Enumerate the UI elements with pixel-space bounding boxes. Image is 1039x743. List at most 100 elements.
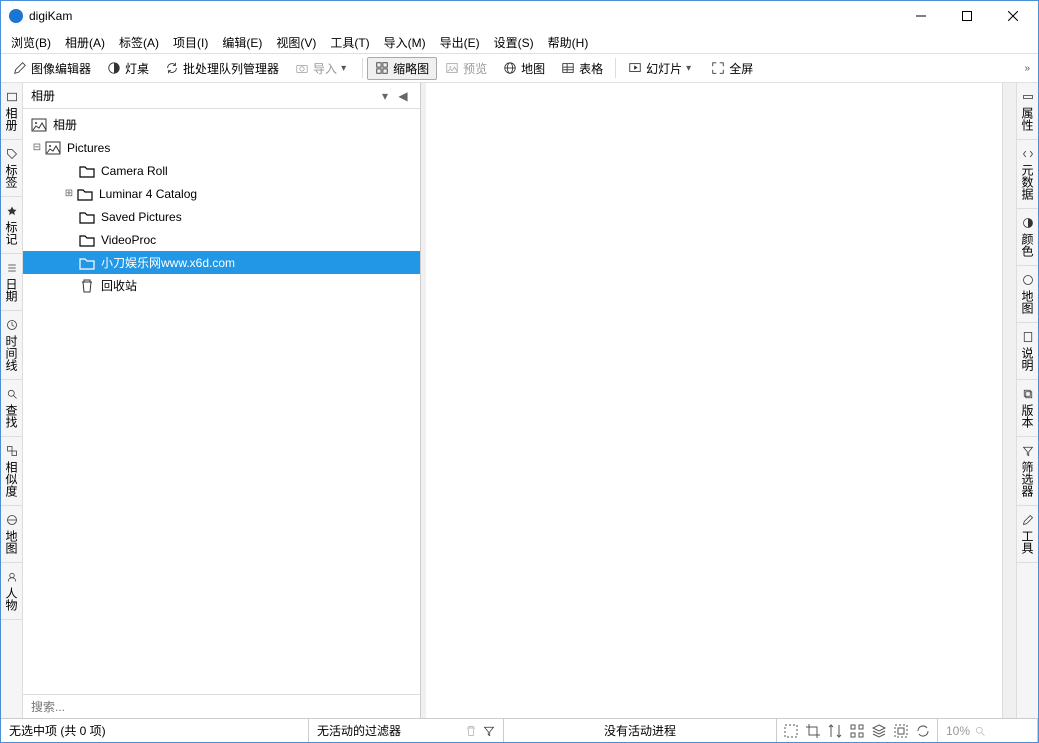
tree-pictures[interactable]: ⊟ Pictures [23, 136, 420, 159]
select-all-icon[interactable] [893, 723, 909, 739]
menu-edit[interactable]: 编辑(E) [216, 32, 268, 53]
note-icon [1022, 331, 1034, 343]
tab-search[interactable]: 查找 [1, 380, 22, 437]
menu-tools[interactable]: 工具(T) [324, 32, 375, 53]
status-tools [777, 719, 938, 742]
tab-labels[interactable]: 标记 [1, 197, 22, 254]
expand-icon[interactable]: ⊞ [63, 188, 75, 199]
light-table-label: 灯桌 [125, 60, 149, 77]
batch-queue-label: 批处理队列管理器 [183, 60, 279, 77]
tab-similarity[interactable]: 相似度 [1, 437, 22, 506]
tree-xiaodao[interactable]: 小刀娱乐网www.x6d.com [23, 251, 420, 274]
tree-videoproc[interactable]: VideoProc [23, 228, 420, 251]
thumbnail-view[interactable] [426, 83, 1002, 718]
minimize-button[interactable] [898, 1, 944, 31]
tab-dates[interactable]: 日期 [1, 254, 22, 311]
menu-export[interactable]: 导出(E) [434, 32, 486, 53]
thumbnails-button[interactable]: 缩略图 [367, 57, 437, 80]
globe-icon [6, 514, 18, 526]
tab-properties[interactable]: 属性 [1017, 83, 1038, 140]
zoom-fit-icon[interactable] [783, 723, 799, 739]
menu-item[interactable]: 项目(I) [167, 32, 214, 53]
image-editor-label: 图像编辑器 [31, 60, 91, 77]
tab-albums[interactable]: 相册 [1, 83, 22, 140]
tab-people[interactable]: 人物 [1, 563, 22, 620]
tab-timeline[interactable]: 时间线 [1, 311, 22, 380]
tree-luminar[interactable]: ⊞ Luminar 4 Catalog [23, 182, 420, 205]
status-zoom[interactable]: 10% [938, 719, 1038, 742]
globe-icon [1022, 274, 1034, 286]
image-editor-button[interactable]: 图像编辑器 [5, 57, 99, 80]
light-table-button[interactable]: 灯桌 [99, 57, 157, 80]
table-button[interactable]: 表格 [553, 57, 611, 80]
import-label: 导入 [313, 60, 337, 77]
close-button[interactable] [990, 1, 1036, 31]
pencil-icon [13, 61, 27, 75]
tab-colors[interactable]: 颜色 [1017, 209, 1038, 266]
scrollbar[interactable] [1002, 83, 1016, 718]
menu-tags[interactable]: 标签(A) [113, 32, 165, 53]
layers-icon[interactable] [871, 723, 887, 739]
album-panel: 相册 ▾ ◀ 相册 ⊟ Pictures Camera Roll [23, 83, 421, 718]
table-icon [561, 61, 575, 75]
menu-settings[interactable]: 设置(S) [488, 32, 540, 53]
tab-captions[interactable]: 说明 [1017, 323, 1038, 380]
menu-import[interactable]: 导入(M) [378, 32, 432, 53]
status-selection: 无选中项 (共 0 项) [1, 719, 309, 742]
search-input[interactable] [23, 695, 420, 718]
tree-camera-roll[interactable]: Camera Roll [23, 159, 420, 182]
panel-menu-button[interactable]: ▾ [376, 87, 394, 105]
window-title: digiKam [29, 9, 898, 23]
tab-map[interactable]: 地图 [1, 506, 22, 563]
table-label: 表格 [579, 60, 603, 77]
sync-icon[interactable] [915, 723, 931, 739]
person-icon [6, 571, 18, 583]
map-button[interactable]: 地图 [495, 57, 553, 80]
fullscreen-label: 全屏 [729, 60, 753, 77]
status-filter[interactable]: 无活动的过滤器 [309, 719, 504, 742]
menu-browse[interactable]: 浏览(B) [5, 32, 57, 53]
tree-trash[interactable]: 回收站 [23, 274, 420, 297]
separator [362, 58, 363, 78]
search-row [23, 694, 420, 718]
trash-icon[interactable] [465, 725, 477, 737]
preview-label: 预览 [463, 60, 487, 77]
tab-geolocation[interactable]: 地图 [1017, 266, 1038, 323]
search-icon [6, 388, 18, 400]
tree-saved-pictures[interactable]: Saved Pictures [23, 205, 420, 228]
pencil-icon [1022, 514, 1034, 526]
panel-close-button[interactable]: ◀ [394, 87, 412, 105]
toolbar: 图像编辑器 灯桌 批处理队列管理器 导入 ▾ 缩略图 预览 地图 表格 幻灯片 … [1, 53, 1038, 83]
tab-tags[interactable]: 标签 [1, 140, 22, 197]
overflow-icon[interactable]: » [1024, 63, 1030, 74]
batch-queue-button[interactable]: 批处理队列管理器 [157, 57, 287, 80]
tab-metadata[interactable]: 元数据 [1017, 140, 1038, 209]
preview-button[interactable]: 预览 [437, 57, 495, 80]
tab-filters[interactable]: 筛选器 [1017, 437, 1038, 506]
list-icon [6, 262, 18, 274]
slideshow-button[interactable]: 幻灯片 ▾ [620, 57, 703, 80]
tab-versions[interactable]: 版本 [1017, 380, 1038, 437]
menu-help[interactable]: 帮助(H) [542, 32, 595, 53]
search-icon [974, 725, 986, 737]
thumbnails-label: 缩略图 [393, 60, 429, 77]
fullscreen-button[interactable]: 全屏 [703, 57, 761, 80]
tab-tools[interactable]: 工具 [1017, 506, 1038, 563]
contrast-icon [1022, 217, 1034, 229]
menu-album[interactable]: 相册(A) [59, 32, 111, 53]
funnel-icon[interactable] [483, 725, 495, 737]
folder-icon [79, 210, 95, 224]
menu-view[interactable]: 视图(V) [270, 32, 322, 53]
chevron-down-icon: ▾ [686, 63, 691, 74]
tree-root[interactable]: 相册 [23, 113, 420, 136]
collapse-icon[interactable]: ⊟ [31, 142, 43, 153]
tag-icon [6, 148, 18, 160]
grid-icon[interactable] [849, 723, 865, 739]
funnel-icon [1022, 445, 1034, 457]
album-tree[interactable]: 相册 ⊟ Pictures Camera Roll ⊞ Luminar 4 Ca… [23, 109, 420, 694]
crop-icon[interactable] [805, 723, 821, 739]
import-button[interactable]: 导入 ▾ [287, 57, 358, 80]
sort-icon[interactable] [827, 723, 843, 739]
fullscreen-icon [711, 61, 725, 75]
maximize-button[interactable] [944, 1, 990, 31]
